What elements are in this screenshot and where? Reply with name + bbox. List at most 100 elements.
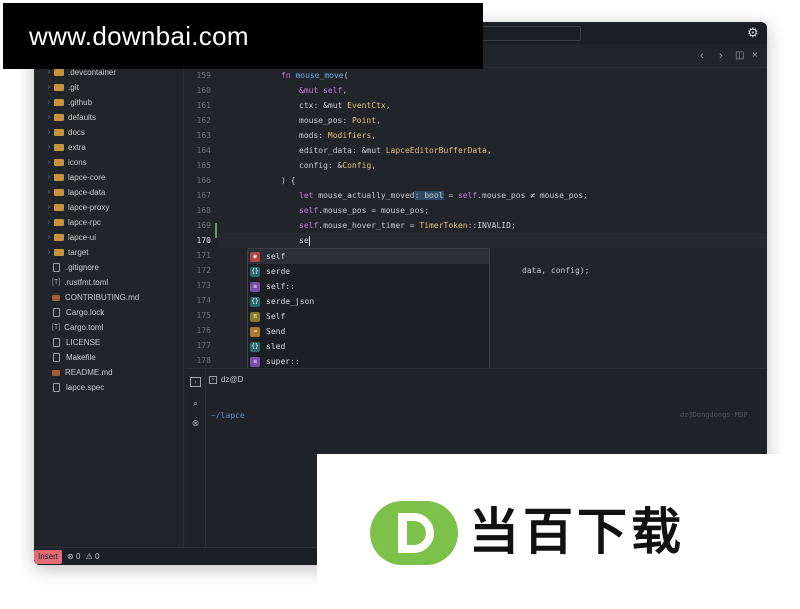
sidebar-item[interactable]: › docs (44, 125, 85, 140)
search-icon[interactable]: ⌕ (190, 398, 201, 409)
sidebar-item[interactable]: › defaults (44, 110, 96, 125)
panel-sidebar: › ⌕ ⊗ (185, 369, 206, 548)
terminal-tab[interactable]: › dz@D (209, 375, 243, 384)
sidebar-item[interactable]: .gitignore (52, 260, 99, 275)
sidebar-item-label: LICENSE (66, 338, 101, 347)
sidebar-item-label: .gitignore (66, 263, 99, 272)
code-line: data, config); (522, 266, 590, 275)
sidebar-item[interactable]: Makefile (52, 350, 96, 365)
folder-icon (54, 129, 64, 136)
chevron-right-icon[interactable]: › (44, 204, 54, 211)
chevron-right-icon[interactable]: › (44, 84, 54, 91)
code-line: ) { (281, 176, 296, 185)
diagnostics-counter[interactable]: ⊗ 0 ⚠ 0 (67, 551, 99, 563)
git-change-marker (215, 223, 217, 238)
chevron-right-icon[interactable]: › (44, 114, 54, 121)
code-line: let mouse_actually_moved: bool = self.mo… (299, 191, 588, 200)
chevron-right-icon[interactable]: › (44, 174, 54, 181)
code-line: self.mouse_hover_timer = TimerToken::INV… (299, 221, 516, 230)
chevron-right-icon[interactable]: › (44, 129, 54, 136)
completion-item-label: Self (266, 312, 286, 321)
completion-item[interactable]: ≡ super:: (248, 354, 489, 369)
folder-icon (54, 144, 64, 151)
sidebar-item[interactable]: › icons (44, 155, 87, 170)
completion-item[interactable]: ◉ self (248, 249, 489, 264)
completion-item[interactable]: {} serde (248, 264, 489, 279)
sidebar-item[interactable]: › lapce-proxy (44, 200, 110, 215)
sidebar-item[interactable]: CONTRIBUTING.md (52, 290, 139, 305)
sidebar-item[interactable]: › .git (44, 80, 79, 95)
completion-item-label: serde (266, 267, 291, 276)
completion-item-label: self (266, 252, 286, 261)
completion-item[interactable]: ⊸ Send (248, 324, 489, 339)
sidebar-item[interactable]: › .github (44, 95, 92, 110)
toml-file-icon: [T] (52, 324, 61, 331)
sidebar-item-label: docs (68, 128, 85, 137)
chevron-left-icon[interactable]: ‹ (700, 49, 704, 63)
sidebar-item[interactable]: › lapce-ui (44, 230, 96, 245)
code-line: mouse_pos: Point, (299, 116, 381, 125)
chevron-right-icon[interactable]: › (44, 219, 54, 226)
sidebar-item[interactable]: › lapce-core (44, 170, 106, 185)
sidebar-item[interactable]: [T] Cargo.toml (52, 320, 103, 335)
chevron-right-icon[interactable]: › (44, 69, 54, 76)
sidebar-item[interactable]: › target (44, 245, 89, 260)
logo-d-letter (398, 513, 434, 553)
sidebar-item[interactable]: README.md (52, 365, 113, 380)
folder-icon (54, 219, 64, 226)
sidebar-item-label: Cargo.toml (64, 323, 104, 332)
line-number: 171 (196, 251, 211, 260)
completion-item-label: self:: (266, 282, 295, 291)
sidebar-item[interactable]: › extra (44, 140, 86, 155)
sidebar-item[interactable]: LICENSE (52, 335, 100, 350)
trait-icon: ⊸ (250, 326, 260, 337)
file-icon (53, 308, 60, 317)
code-line: &mut self, (299, 86, 348, 95)
markdown-file-icon (52, 369, 60, 376)
line-number: 165 (196, 161, 211, 170)
completion-item[interactable]: {} sled (248, 339, 489, 354)
chevron-right-icon[interactable]: › (44, 99, 54, 106)
completion-item[interactable]: {} serde_json (248, 294, 489, 309)
line-number: 177 (196, 341, 211, 350)
sidebar-item[interactable]: Cargo.lock (52, 305, 104, 320)
sidebar-item-label: target (68, 248, 89, 257)
sidebar-item[interactable]: › lapce-data (44, 185, 106, 200)
line-number: 163 (196, 131, 211, 140)
file-icon (53, 338, 60, 347)
terminal-icon[interactable]: › (190, 377, 201, 387)
sidebar-item[interactable]: [T] .rustfmt.toml (52, 275, 108, 290)
line-number: 168 (196, 206, 211, 215)
sidebar-item-label: lapce-ui (68, 233, 97, 242)
warning-icon: ⚠ (85, 552, 93, 561)
command-palette-input[interactable] (481, 26, 581, 41)
problems-icon[interactable]: ⊗ (190, 418, 201, 429)
error-count: 0 (75, 552, 81, 561)
chevron-right-icon[interactable]: › (44, 159, 54, 166)
module-icon: {} (250, 266, 260, 277)
close-icon[interactable]: × (752, 49, 758, 63)
sidebar-item[interactable]: lapce.spec (52, 380, 104, 395)
line-number: 173 (196, 281, 211, 290)
sidebar-item-label: .devcontainer (68, 68, 117, 77)
line-number: 166 (196, 176, 211, 185)
sidebar-item-label: README.md (65, 368, 113, 377)
completion-item-label: super:: (266, 357, 300, 366)
split-editor-icon[interactable]: ◫ (735, 49, 744, 63)
sidebar-item-label: .github (68, 98, 93, 107)
chevron-right-icon[interactable]: › (44, 189, 54, 196)
sidebar-item-label: defaults (68, 113, 97, 122)
chevron-right-icon[interactable]: › (719, 49, 723, 63)
completion-item[interactable]: ≡ self:: (248, 279, 489, 294)
code-line: self.mouse_pos = mouse_pos; (299, 206, 430, 215)
terminal-tab-label: dz@D (221, 375, 244, 384)
sidebar-item-label: lapce-data (68, 188, 106, 197)
sidebar-item[interactable]: › lapce-rpc (44, 215, 101, 230)
chevron-right-icon[interactable]: › (44, 144, 54, 151)
chevron-right-icon[interactable]: › (44, 249, 54, 256)
completion-item[interactable]: π Self (248, 309, 489, 324)
chevron-right-icon[interactable]: › (44, 234, 54, 241)
completion-item-label: serde_json (266, 297, 315, 306)
module-icon: {} (250, 296, 260, 307)
gear-icon[interactable]: ⚙ (747, 25, 759, 40)
